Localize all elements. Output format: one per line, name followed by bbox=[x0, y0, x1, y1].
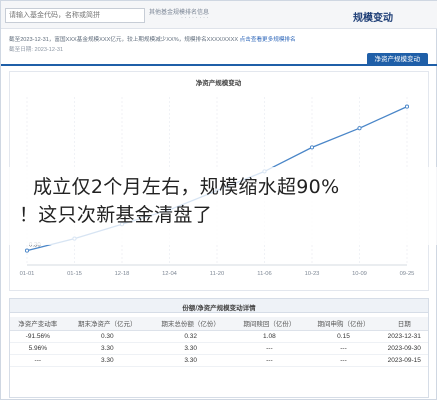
app-window: 其他基金规模排名信息 · · · · · · · · 规模变动 截至2023-1… bbox=[0, 0, 437, 400]
table-cell: 3.30 bbox=[148, 342, 233, 355]
data-point bbox=[404, 104, 410, 109]
tab-bar: 净资产规模变动 bbox=[1, 53, 437, 66]
table-cell: --- bbox=[232, 354, 307, 367]
table-cell: 3.30 bbox=[65, 342, 149, 355]
tab-net-assets[interactable]: 净资产规模变动 bbox=[366, 53, 428, 66]
table-cell: 0.32 bbox=[148, 330, 233, 343]
info-text: 截至2023-12-31，富国XXX基金规模XXX亿元，较上期规模减少XX%，规… bbox=[9, 37, 239, 43]
table-title: 份额/净资产规模变动详情 bbox=[182, 305, 256, 312]
x-tick-label: 11-20 bbox=[210, 271, 224, 277]
x-tick-label: 10-23 bbox=[305, 271, 320, 277]
table-cell: 5.96% bbox=[10, 342, 66, 355]
col-header: 期末净资产（亿元） bbox=[65, 317, 149, 331]
search-input[interactable] bbox=[5, 8, 145, 23]
table-cell: 2023-09-15 bbox=[380, 354, 428, 367]
table-cell: --- bbox=[232, 342, 307, 355]
table-cell: --- bbox=[306, 354, 381, 367]
table-cell: --- bbox=[306, 342, 381, 355]
table-cell: -91.56% bbox=[10, 330, 66, 343]
ranking-link[interactable]: 点击查看更多规模排名 bbox=[240, 37, 296, 43]
x-tick-label: 01-15 bbox=[67, 271, 82, 277]
table-cell: 2023-12-31 bbox=[380, 330, 428, 343]
headline-line2: ！这只次新基金清盘了 bbox=[19, 204, 213, 226]
table-cell: 0.15 bbox=[306, 330, 381, 343]
x-tick-label: 11-06 bbox=[257, 271, 271, 277]
detail-table-section: 份额/净资产规模变动详情 净资产变动率 期末净资产（亿元） 期末总份额（亿份） … bbox=[9, 298, 429, 398]
table-cell: --- bbox=[10, 354, 66, 367]
col-header: 期间赎回（亿份） bbox=[232, 317, 307, 331]
table-row: --- 3.30 3.30 --- --- 2023-09-15 bbox=[10, 354, 428, 367]
table-cell: 3.30 bbox=[148, 354, 233, 367]
table-head-bar: 份额/净资产规模变动详情 bbox=[10, 299, 428, 313]
col-header: 净资产变动率 bbox=[10, 317, 66, 331]
headline-line1: 成立仅2个月左右，规模缩水超90% bbox=[33, 176, 340, 198]
search-bar: 其他基金规模排名信息 · · · · · · · · 规模变动 bbox=[1, 1, 437, 29]
x-tick-label: 12-18 bbox=[115, 271, 130, 277]
x-tick-label: 10-09 bbox=[352, 271, 367, 277]
table-header-row: 净资产变动率 期末净资产（亿元） 期末总份额（亿份） 期间赎回（亿份） 期间申购… bbox=[10, 317, 428, 331]
table-cell: 2023-09-30 bbox=[380, 342, 428, 355]
x-tick-label: 01-01 bbox=[20, 271, 35, 277]
table-cell: 1.08 bbox=[232, 330, 307, 343]
table-row: -91.56% 0.30 0.32 1.08 0.15 2023-12-31 bbox=[10, 330, 428, 343]
x-tick-label: 12-04 bbox=[162, 271, 178, 277]
table-row: 5.96% 3.30 3.30 --- --- 2023-09-30 bbox=[10, 342, 428, 355]
col-header: 日期 bbox=[380, 317, 428, 331]
table-cell: 3.30 bbox=[65, 354, 149, 367]
info-date: 截至日期: 2023-12-31 bbox=[9, 47, 64, 53]
data-point bbox=[309, 145, 315, 150]
info-line: 截至2023-12-31，富国XXX基金规模XXX亿元，较上期规模减少XX%，规… bbox=[9, 35, 428, 43]
col-header: 期末总份额（亿份） bbox=[148, 317, 233, 331]
x-tick-label: 09-25 bbox=[400, 271, 415, 277]
detail-table: 净资产变动率 期末净资产（亿元） 期末总份额（亿份） 期间赎回（亿份） 期间申购… bbox=[10, 317, 428, 367]
headline: 成立仅2个月左右，规模缩水超90% ！这只次新基金清盘了 bbox=[19, 173, 437, 229]
data-point bbox=[24, 248, 30, 253]
table-cell: 0.30 bbox=[65, 330, 149, 343]
page-title: 规模变动 bbox=[353, 13, 393, 24]
search-sub: · · · · · · · · bbox=[181, 15, 209, 21]
data-point bbox=[357, 126, 362, 131]
col-header: 期间申购（亿份） bbox=[306, 317, 381, 331]
